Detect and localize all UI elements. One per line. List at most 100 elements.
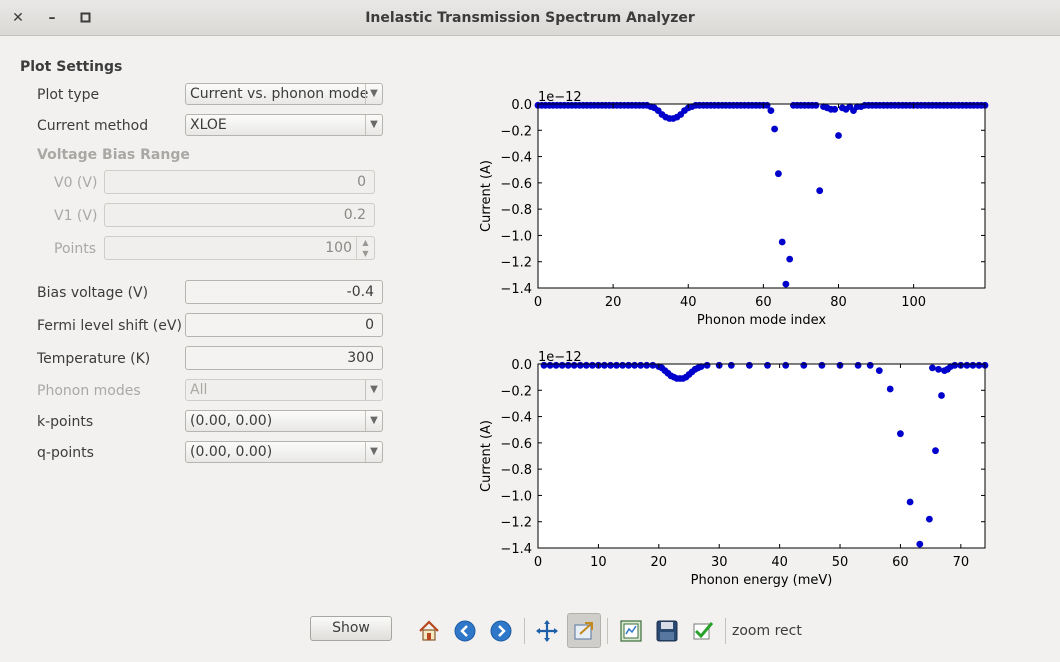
data-point [767,107,775,114]
x-tick-label: 40 [680,295,697,310]
data-point [643,361,651,369]
y-tick-label: −1.2 [500,516,532,531]
toolbar-separator [607,618,608,644]
data-point [771,125,778,133]
voltage-bias-range-label: Voltage Bias Range [37,147,190,163]
x-tick-label: 30 [711,555,728,570]
data-point [929,364,936,372]
data-point [969,361,977,369]
chevron-down-icon: ▼ [365,442,382,462]
data-point [875,367,883,374]
x-tick-label: 0 [534,295,542,310]
data-point [582,361,590,369]
phonon-modes-combo[interactable]: All ▼ [185,379,383,401]
forward-arrow-icon[interactable] [484,614,518,648]
data-point [818,361,826,369]
x-tick-label: 100 [901,295,926,310]
plot-current-vs-mode[interactable]: 0 20 40 60 80 100 0.0 −0.2 −0.4 −0.6 −0.8 −1.0 −1.2 −… [470,86,1010,336]
back-arrow-icon[interactable] [448,614,482,648]
data-point [625,361,632,369]
q-points-value: (0.00, 0.00) [190,444,273,460]
check-icon[interactable] [686,614,720,648]
phonon-modes-label: Phonon modes [37,383,141,399]
x-axis-label: Phonon mode index [697,313,826,328]
data-point [932,447,939,455]
x-tick-label: 80 [830,295,847,310]
phonon-modes-value: All [190,382,208,398]
k-points-combo[interactable]: (0.00, 0.00) ▼ [185,410,383,432]
data-point [926,515,933,523]
v0-label: V0 (V) [54,175,98,191]
plot-current-vs-energy[interactable]: 0 10 20 30 40 50 60 70 0.0 −0.2 −0.4 −0.6 −0.8 −1.0 −1… [470,346,1010,596]
y-tick-label: −1.2 [500,256,532,271]
y-axis-label: Current (A) [479,160,494,232]
data-point [649,361,657,369]
chevron-down-icon: ▼ [365,380,382,400]
data-point [746,361,753,369]
data-point [816,187,824,195]
x-tick-label: 60 [892,555,909,570]
bias-voltage-field[interactable]: -0.4 [185,280,383,304]
title-bar: ✕ – Inelastic Transmission Spectrum Anal… [0,0,1060,36]
points-stepper[interactable]: 100 ▲ ▼ [104,236,375,260]
data-point [886,385,894,393]
data-point [800,361,808,369]
chevron-down-icon: ▼ [365,411,382,431]
data-point [854,361,862,369]
home-icon[interactable] [412,614,446,648]
data-point [935,365,942,373]
data-point [963,361,971,369]
chevron-down-icon: ▼ [365,84,382,104]
show-button[interactable]: Show [310,616,392,641]
data-point [782,280,790,288]
toolbar-status: zoom rect [732,623,802,639]
q-points-label: q-points [37,445,94,461]
axis-offset-label: 1e−12 [538,350,582,365]
save-icon[interactable] [650,614,684,648]
plot-type-value: Current vs. phonon mode [190,86,369,102]
x-tick-label: 10 [590,555,607,570]
y-tick-label: −1.0 [500,229,532,244]
data-point [951,361,959,369]
pan-icon[interactable] [530,614,564,648]
y-tick-label: −1.4 [500,542,532,557]
x-tick-label: 40 [771,555,788,570]
data-point [906,498,914,506]
v1-field[interactable]: 0.2 [104,203,375,227]
y-tick-label: −0.4 [500,151,532,166]
v0-field[interactable]: 0 [104,170,375,194]
v1-label: V1 (V) [54,208,98,224]
fermi-shift-field[interactable]: 0 [185,313,383,337]
plot-type-combo[interactable]: Current vs. phonon mode ▼ [185,83,383,105]
window-title: Inelastic Transmission Spectrum Analyzer [365,10,695,26]
y-axis-label: Current (A) [479,420,494,492]
y-tick-label: −1.4 [500,282,532,297]
data-point [938,392,945,399]
k-points-value: (0.00, 0.00) [190,413,273,429]
data-point [607,361,614,369]
data-point [835,132,842,139]
plot-type-label: Plot type [37,87,100,103]
data-point [637,361,645,369]
zoom-rect-icon[interactable] [567,613,601,648]
subplots-config-icon[interactable] [614,614,648,648]
data-point [589,361,596,369]
y-tick-label: −0.6 [500,437,532,452]
y-tick-label: −1.0 [500,489,532,504]
y-tick-label: 0.0 [511,358,532,373]
y-tick-label: −0.2 [500,384,532,399]
data-point [786,255,794,263]
spin-arrows-icon[interactable]: ▲ ▼ [356,237,374,259]
chevron-down-icon: ▼ [365,115,382,135]
temperature-field[interactable]: 300 [185,346,383,370]
y-tick-label: −0.4 [500,411,532,426]
q-points-combo[interactable]: (0.00, 0.00) ▼ [185,441,383,463]
y-tick-label: −0.6 [500,177,532,192]
bias-voltage-label: Bias voltage (V) [37,285,149,301]
x-axis-label: Phonon energy (meV) [691,573,833,588]
current-method-combo[interactable]: XLOE ▼ [185,114,383,136]
x-tick-label: 20 [651,555,668,570]
data-point [775,170,782,178]
data-point [778,238,786,246]
data-point [812,101,820,109]
